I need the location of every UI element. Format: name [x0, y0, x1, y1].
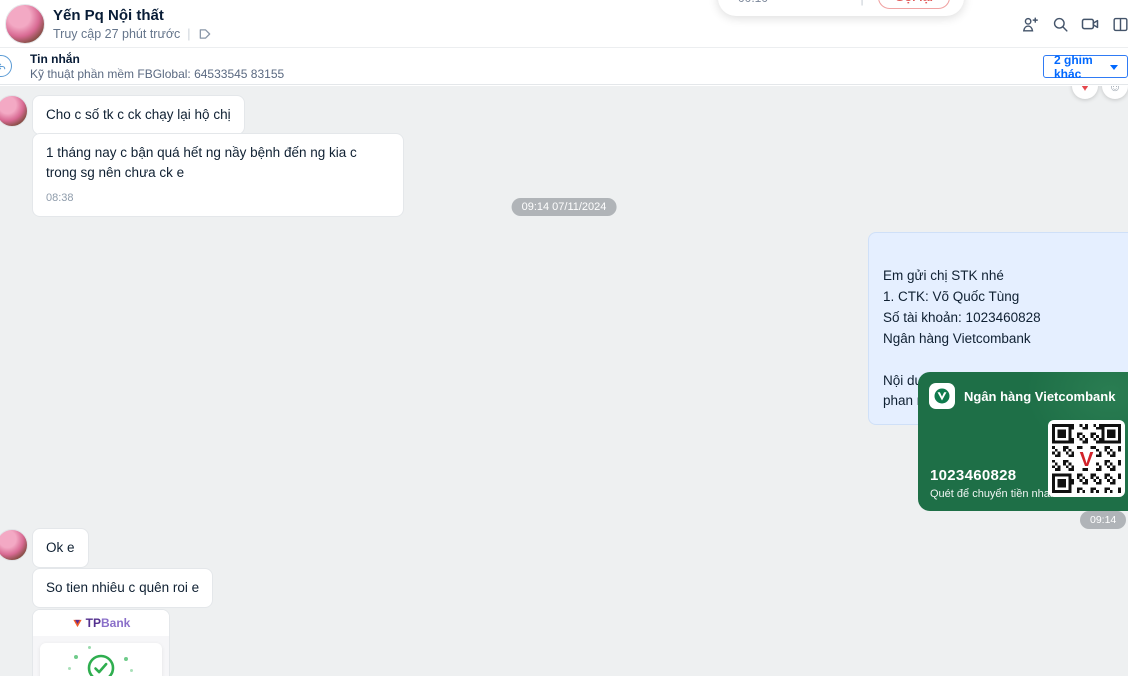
qr-caption: Quét để chuyển tiền nhanh — [930, 488, 1063, 500]
message-text: Ok e — [46, 540, 75, 555]
contact-status-row: Truy cập 27 phút trước | — [53, 27, 212, 41]
message-time: 08:38 — [46, 192, 74, 205]
smiley-reaction-button[interactable]: ☺ — [1102, 86, 1128, 99]
message-bubble-incoming: Cho c số tk c ck chạy lại hộ chị — [32, 95, 245, 135]
receipt-card: Giao Dịch Thành Công! — [40, 643, 162, 676]
account-number: 1023460828 — [930, 467, 1017, 484]
search-icon[interactable] — [1050, 14, 1070, 34]
split-panel-icon[interactable] — [1110, 14, 1128, 34]
receipt-image-message[interactable]: TPBank Giao Dịch Thành Công! — [32, 609, 170, 676]
message-list[interactable]: ♥ ☺ Cho c số tk c ck chạy lại hộ chị 1 t… — [0, 86, 1128, 676]
pinned-message-bar[interactable]: Tin nhắn Kỹ thuật phần mềm FBGlobal: 645… — [0, 48, 1128, 85]
call-notification-popup: 00:10 | Gọi lại — [718, 0, 964, 16]
date-divider: 09:14 07/11/2024 — [511, 198, 617, 216]
message-bubble-incoming: Ok e — [32, 528, 89, 568]
last-seen-status: Truy cập 27 phút trước — [53, 27, 181, 41]
header-actions — [1020, 14, 1128, 34]
more-pins-button[interactable]: 2 ghim khác — [1043, 52, 1128, 81]
contact-name: Yến Pq Nội thất — [53, 7, 164, 24]
vietcombank-logo-icon — [929, 383, 955, 409]
sender-avatar[interactable] — [0, 529, 28, 561]
tag-icon[interactable] — [198, 27, 212, 41]
tpbank-tp: TP — [85, 616, 101, 630]
heart-reaction-button[interactable]: ♥ — [1072, 86, 1098, 99]
smiley-icon: ☺ — [1108, 86, 1122, 94]
tpbank-logo: TPBank — [33, 610, 169, 636]
message-text: So tien nhiêu c quên roi e — [46, 580, 200, 595]
chat-window: 00:10 | Gọi lại Yến Pq Nội thất Truy cập… — [0, 0, 1128, 676]
video-call-icon[interactable] — [1080, 14, 1100, 34]
status-divider: | — [187, 27, 191, 41]
heart-icon: ♥ — [1081, 86, 1089, 94]
message-bubble-incoming: So tien nhiêu c quên roi e — [32, 568, 214, 608]
pinned-message-icon — [0, 55, 12, 77]
receipt-body: Giao Dịch Thành Công! — [33, 636, 169, 676]
bank-qr-card[interactable]: Ngân hàng Vietcombank 1023460828 Quét để… — [918, 372, 1128, 511]
success-check-icon — [68, 646, 133, 676]
tpbank-bank: Bank — [101, 616, 131, 630]
tpbank-shield-icon — [73, 619, 82, 627]
add-member-icon[interactable] — [1020, 14, 1040, 34]
sender-avatar[interactable] — [0, 95, 28, 127]
more-pins-label: 2 ghim khác — [1054, 52, 1093, 81]
pinned-content: Kỹ thuật phần mềm FBGlobal: 64533545 831… — [30, 67, 285, 81]
call-back-button[interactable]: Gọi lại — [877, 0, 950, 9]
call-duration: 00:10 — [738, 0, 768, 9]
contact-avatar[interactable] — [5, 4, 45, 44]
chevron-down-icon — [1110, 65, 1118, 70]
call-popup-divider: | — [860, 0, 863, 9]
message-time-badge: 09:14 — [1080, 511, 1127, 529]
bank-name: Ngân hàng Vietcombank — [964, 389, 1116, 404]
svg-text:V: V — [1080, 448, 1094, 471]
qr-code[interactable]: V — [1048, 420, 1125, 497]
message-text: 1 tháng nay c bận quá hết ng nầy bệnh đế… — [46, 145, 357, 180]
message-text: Cho c số tk c ck chạy lại hộ chị — [46, 107, 231, 122]
pinned-title: Tin nhắn — [30, 52, 80, 66]
message-bubble-incoming: 1 tháng nay c bận quá hết ng nầy bệnh đế… — [32, 133, 404, 218]
